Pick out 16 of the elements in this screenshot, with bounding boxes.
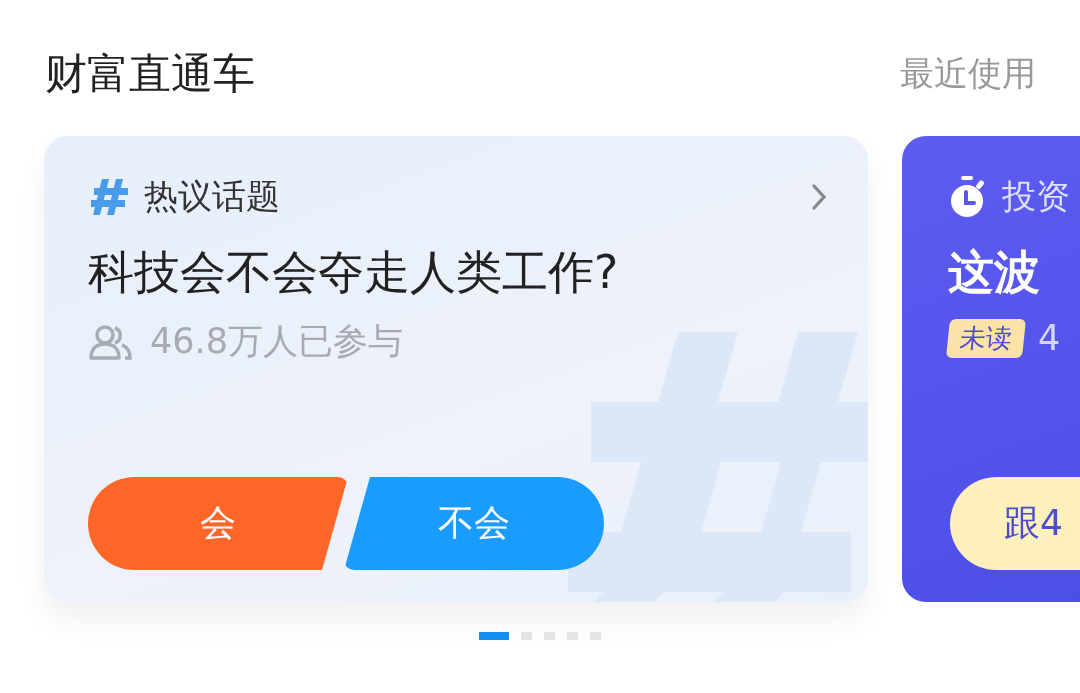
topic-label: 热议话题 <box>144 175 280 218</box>
recent-link[interactable]: 最近使用 <box>900 51 1036 97</box>
no-vote-button[interactable]: 不会 <box>344 477 604 570</box>
unread-badge: 未读 <box>945 318 1027 358</box>
people-icon <box>88 323 132 360</box>
invest-date: 4 <box>1038 318 1061 358</box>
chevron-right-icon[interactable] <box>812 184 826 210</box>
follow-button[interactable]: 跟4 <box>950 477 1080 570</box>
participant-count: 46.8万人已参与 <box>150 320 403 363</box>
section-title: 财富直通车 <box>45 48 255 100</box>
topic-card[interactable]: 热议话题 科技会不会夺走人类工作? 46.8万人已参与 会 不会 <box>44 136 868 602</box>
invest-label: 投资 <box>1002 175 1070 218</box>
topic-question: 科技会不会夺走人类工作? <box>88 244 620 301</box>
invest-card[interactable]: 投资 这波 未读 4 跟4 <box>902 136 1080 602</box>
yes-vote-button[interactable]: 会 <box>88 477 348 570</box>
invest-title: 这波 <box>948 244 1041 301</box>
